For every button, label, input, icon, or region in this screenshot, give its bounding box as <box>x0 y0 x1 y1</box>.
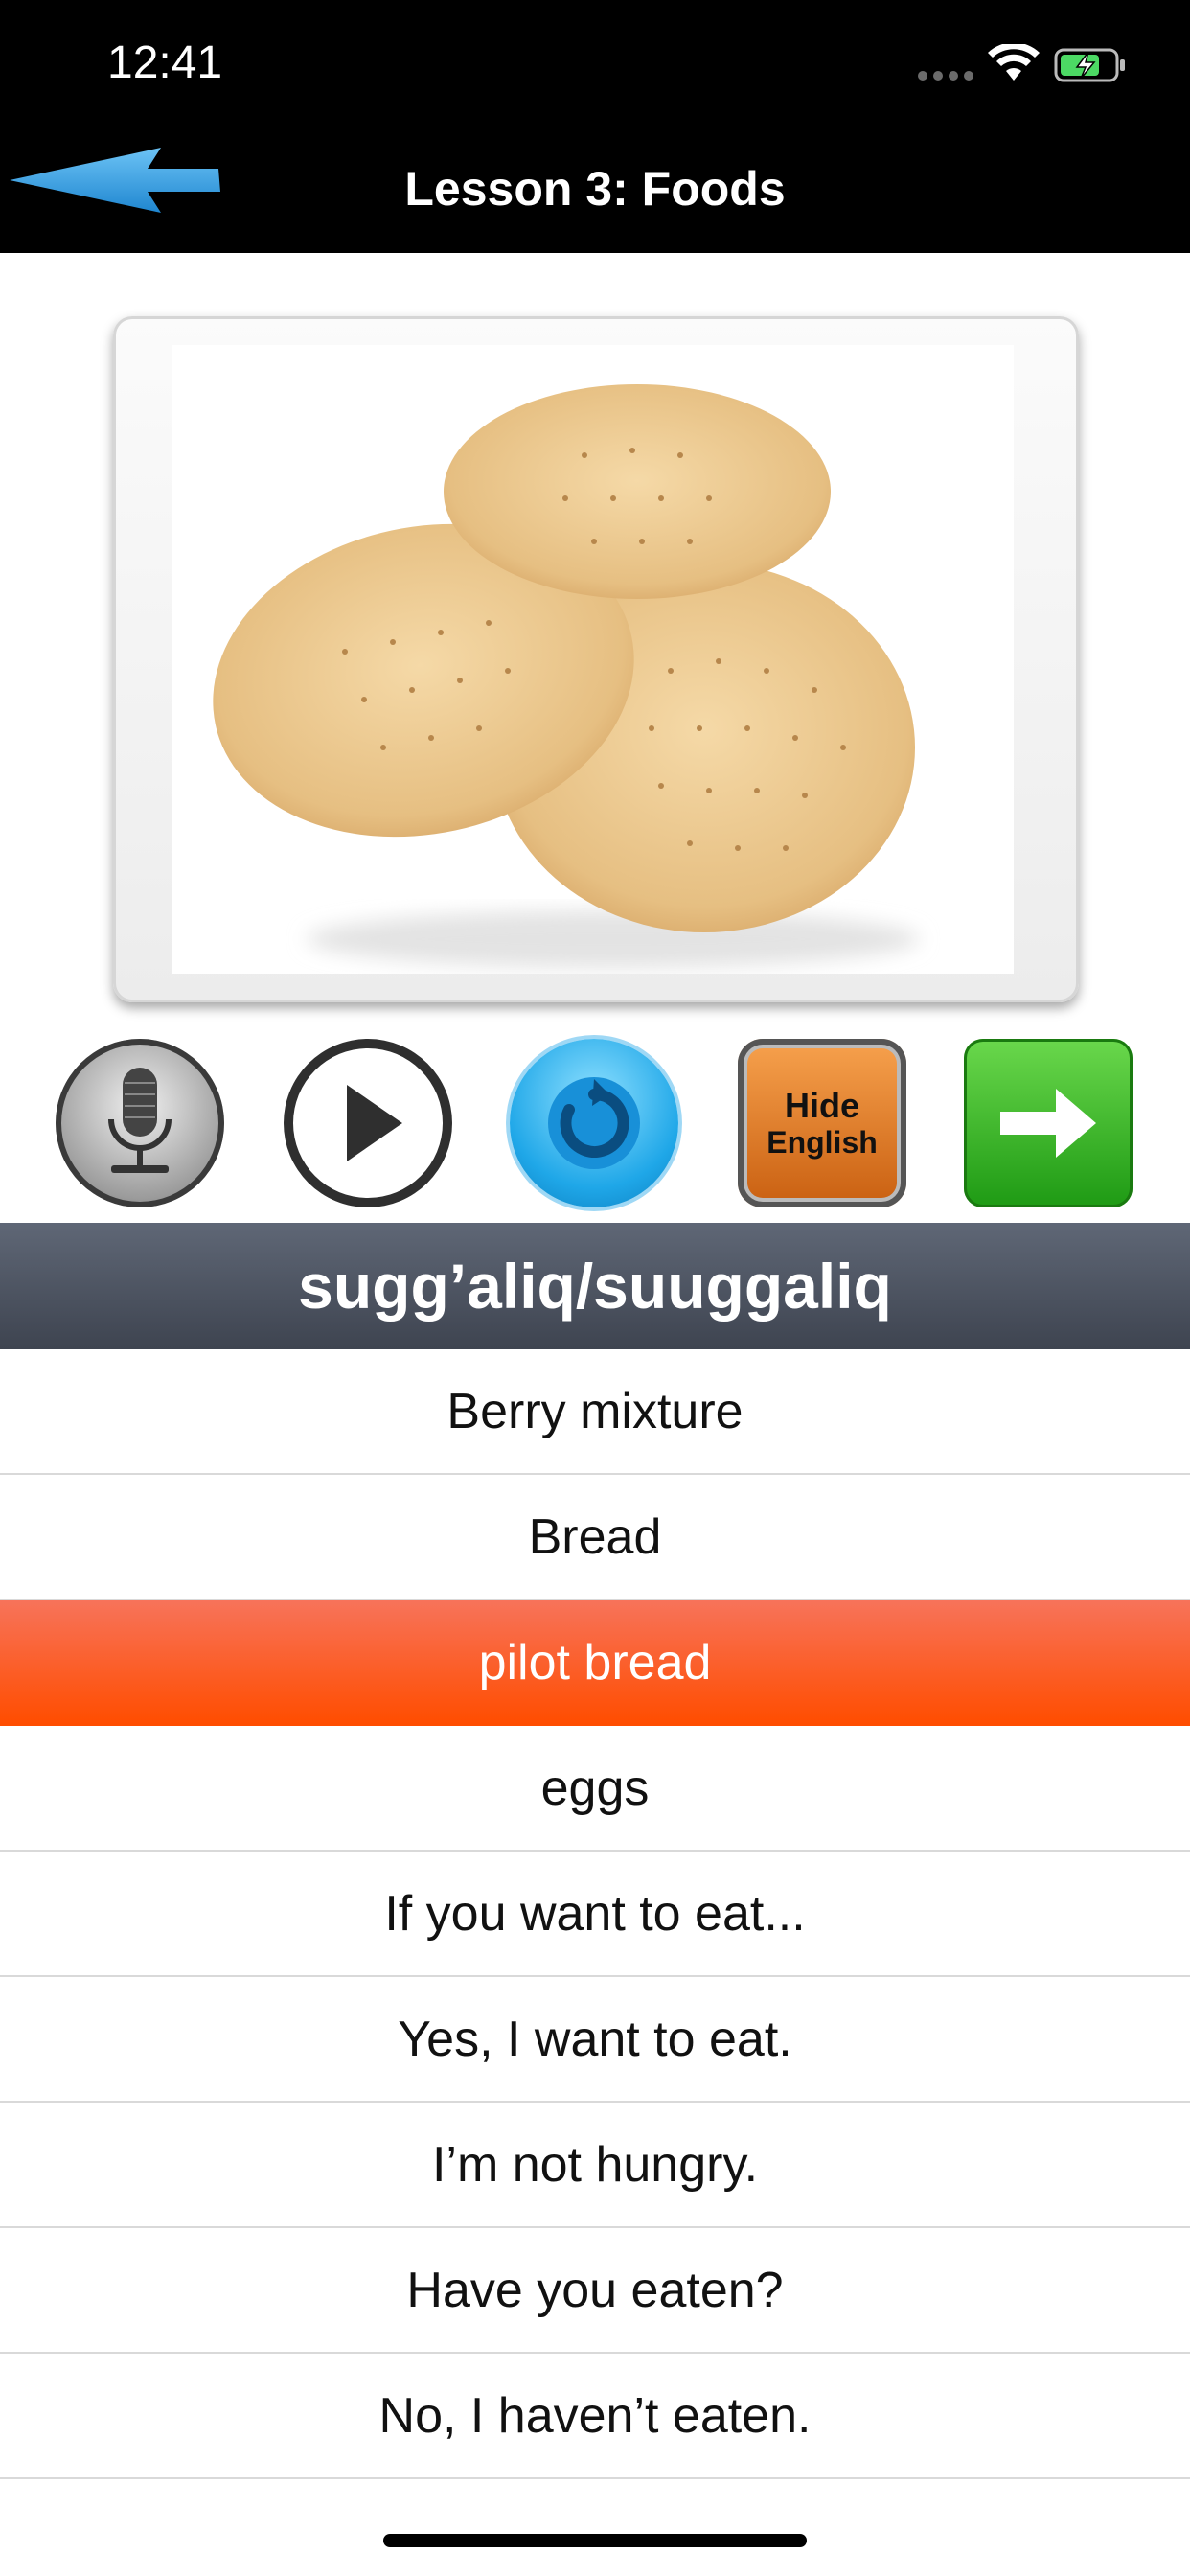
home-indicator[interactable] <box>383 2534 807 2547</box>
wifi-icon <box>988 44 1040 80</box>
play-icon <box>347 1085 402 1162</box>
next-button[interactable] <box>964 1039 1133 1208</box>
list-item[interactable]: Berry mixture <box>0 1349 1190 1475</box>
current-word: sugg’aliq/suuggaliq <box>0 1223 1190 1349</box>
top-bar: 12:41 Lesson 3: Foods <box>0 0 1190 253</box>
page-title: Lesson 3: Foods <box>404 162 786 216</box>
list-item[interactable]: Have you eaten? <box>0 2228 1190 2354</box>
list-item[interactable]: No, I haven’t eaten. <box>0 2354 1190 2479</box>
status-time: 12:41 <box>107 37 223 88</box>
battery-charging-icon <box>1054 48 1125 82</box>
list-item-selected[interactable]: pilot bread <box>0 1600 1190 1726</box>
microphone-icon <box>108 1068 172 1173</box>
play-button[interactable] <box>284 1039 452 1208</box>
arrow-right-icon <box>1000 1089 1096 1158</box>
hide-english-label-line1: Hide <box>784 1086 859 1125</box>
record-button[interactable] <box>56 1039 224 1208</box>
hide-english-label-line2: English <box>767 1125 878 1160</box>
answer-list: Berry mixture Bread pilot bread eggs If … <box>0 1349 1190 2479</box>
cellular-signal-icon <box>918 67 973 80</box>
photo-frame <box>113 316 1079 1002</box>
list-item[interactable]: I’m not hungry. <box>0 2103 1190 2228</box>
list-item[interactable]: Bread <box>0 1475 1190 1600</box>
replay-icon <box>548 1077 640 1169</box>
crackers-illustration <box>213 384 920 968</box>
pilot-bread-image <box>172 345 1014 974</box>
controls-row: Hide English <box>0 1039 1190 1211</box>
replay-button[interactable] <box>510 1039 678 1208</box>
list-item[interactable]: Yes, I want to eat. <box>0 1977 1190 2103</box>
hide-english-button[interactable]: Hide English <box>738 1039 906 1208</box>
list-item[interactable]: If you want to eat... <box>0 1852 1190 1977</box>
list-item[interactable]: eggs <box>0 1726 1190 1852</box>
